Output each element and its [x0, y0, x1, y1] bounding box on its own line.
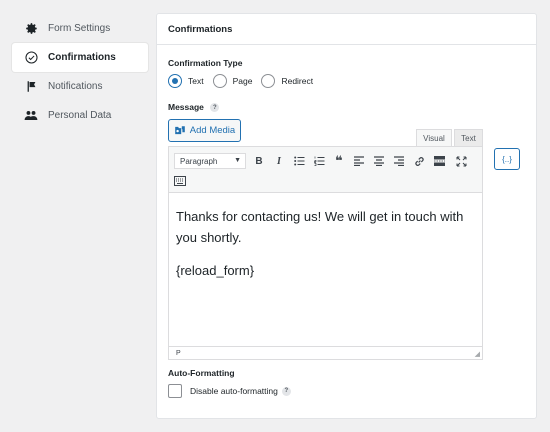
- radio-label: Text: [188, 76, 204, 86]
- message-label-text: Message: [168, 102, 204, 112]
- message-editor: Paragraph ▼ B I ❝ Thanks for contacting …: [168, 146, 483, 360]
- sidebar-item-label: Confirmations: [48, 52, 116, 63]
- toolbar-toggle-icon[interactable]: [172, 173, 188, 189]
- settings-sidebar: Form Settings Confirmations Notification…: [12, 14, 148, 130]
- tab-visual[interactable]: Visual: [416, 129, 452, 146]
- check-circle-icon: [24, 51, 38, 65]
- help-icon[interactable]: ?: [210, 103, 220, 113]
- read-more-icon[interactable]: [431, 153, 447, 169]
- radio-page[interactable]: Page: [212, 74, 253, 88]
- bold-icon[interactable]: B: [251, 153, 267, 169]
- align-left-icon[interactable]: [351, 153, 367, 169]
- media-icon: [174, 126, 185, 135]
- disable-autoformat-checkbox[interactable]: [168, 384, 182, 398]
- element-path: P: [176, 349, 181, 357]
- align-right-icon[interactable]: [391, 153, 407, 169]
- sidebar-item-label: Personal Data: [48, 110, 112, 121]
- bullet-list-icon[interactable]: [291, 153, 307, 169]
- align-center-icon[interactable]: [371, 153, 387, 169]
- message-line: {reload_form}: [176, 263, 255, 278]
- sidebar-item-form-settings[interactable]: Form Settings: [12, 14, 148, 43]
- disable-autoformat-row[interactable]: Disable auto-formatting ?: [168, 384, 291, 398]
- radio-label: Page: [232, 76, 253, 86]
- panel-title: Confirmations: [157, 14, 536, 45]
- add-media-label: Add Media: [189, 125, 236, 136]
- help-icon[interactable]: ?: [281, 386, 291, 396]
- format-select-value: Paragraph: [180, 156, 218, 166]
- flag-icon: [24, 80, 38, 94]
- editor-toolbar: Paragraph ▼ B I ❝: [169, 147, 482, 193]
- fullscreen-icon[interactable]: [453, 153, 469, 169]
- radio-redirect[interactable]: Redirect: [261, 74, 313, 88]
- confirmation-type-group: Text Page Redirect: [168, 74, 322, 88]
- numbered-list-icon[interactable]: [311, 153, 327, 169]
- confirmation-type-label: Confirmation Type: [168, 58, 243, 68]
- sidebar-item-notifications[interactable]: Notifications: [12, 72, 148, 101]
- sidebar-item-confirmations[interactable]: Confirmations: [12, 43, 148, 72]
- resize-handle-icon[interactable]: ◢: [475, 350, 480, 358]
- confirmations-panel: Confirmations Confirmation Type Text Pag…: [156, 13, 537, 419]
- merge-tag-button[interactable]: {..}: [494, 148, 520, 170]
- format-select[interactable]: Paragraph ▼: [174, 153, 246, 169]
- editor-statusbar: P ◢: [169, 346, 482, 359]
- users-icon: [24, 109, 38, 123]
- editor-content[interactable]: Thanks for contacting us! We will get in…: [176, 206, 476, 293]
- blockquote-icon[interactable]: ❝: [331, 153, 347, 169]
- message-label: Message ?: [168, 102, 220, 113]
- tab-text[interactable]: Text: [454, 129, 483, 146]
- sidebar-item-personal-data[interactable]: Personal Data: [12, 101, 148, 130]
- radio-circle[interactable]: [261, 74, 276, 88]
- chevron-down-icon: ▼: [234, 157, 241, 164]
- add-media-button[interactable]: Add Media: [168, 119, 241, 142]
- disable-autoformat-label: Disable auto-formatting: [190, 386, 278, 396]
- radio-label: Redirect: [281, 76, 314, 86]
- link-icon[interactable]: [411, 153, 427, 169]
- auto-formatting-label: Auto-Formatting: [168, 368, 235, 378]
- italic-icon[interactable]: I: [271, 153, 287, 169]
- radio-circle[interactable]: [212, 74, 227, 88]
- sidebar-item-label: Notifications: [48, 81, 103, 92]
- gear-icon: [24, 22, 38, 36]
- message-line: Thanks for contacting us! We will get in…: [176, 209, 464, 245]
- radio-text[interactable]: Text: [168, 74, 204, 88]
- sidebar-item-label: Form Settings: [48, 23, 111, 34]
- radio-circle[interactable]: [168, 74, 182, 88]
